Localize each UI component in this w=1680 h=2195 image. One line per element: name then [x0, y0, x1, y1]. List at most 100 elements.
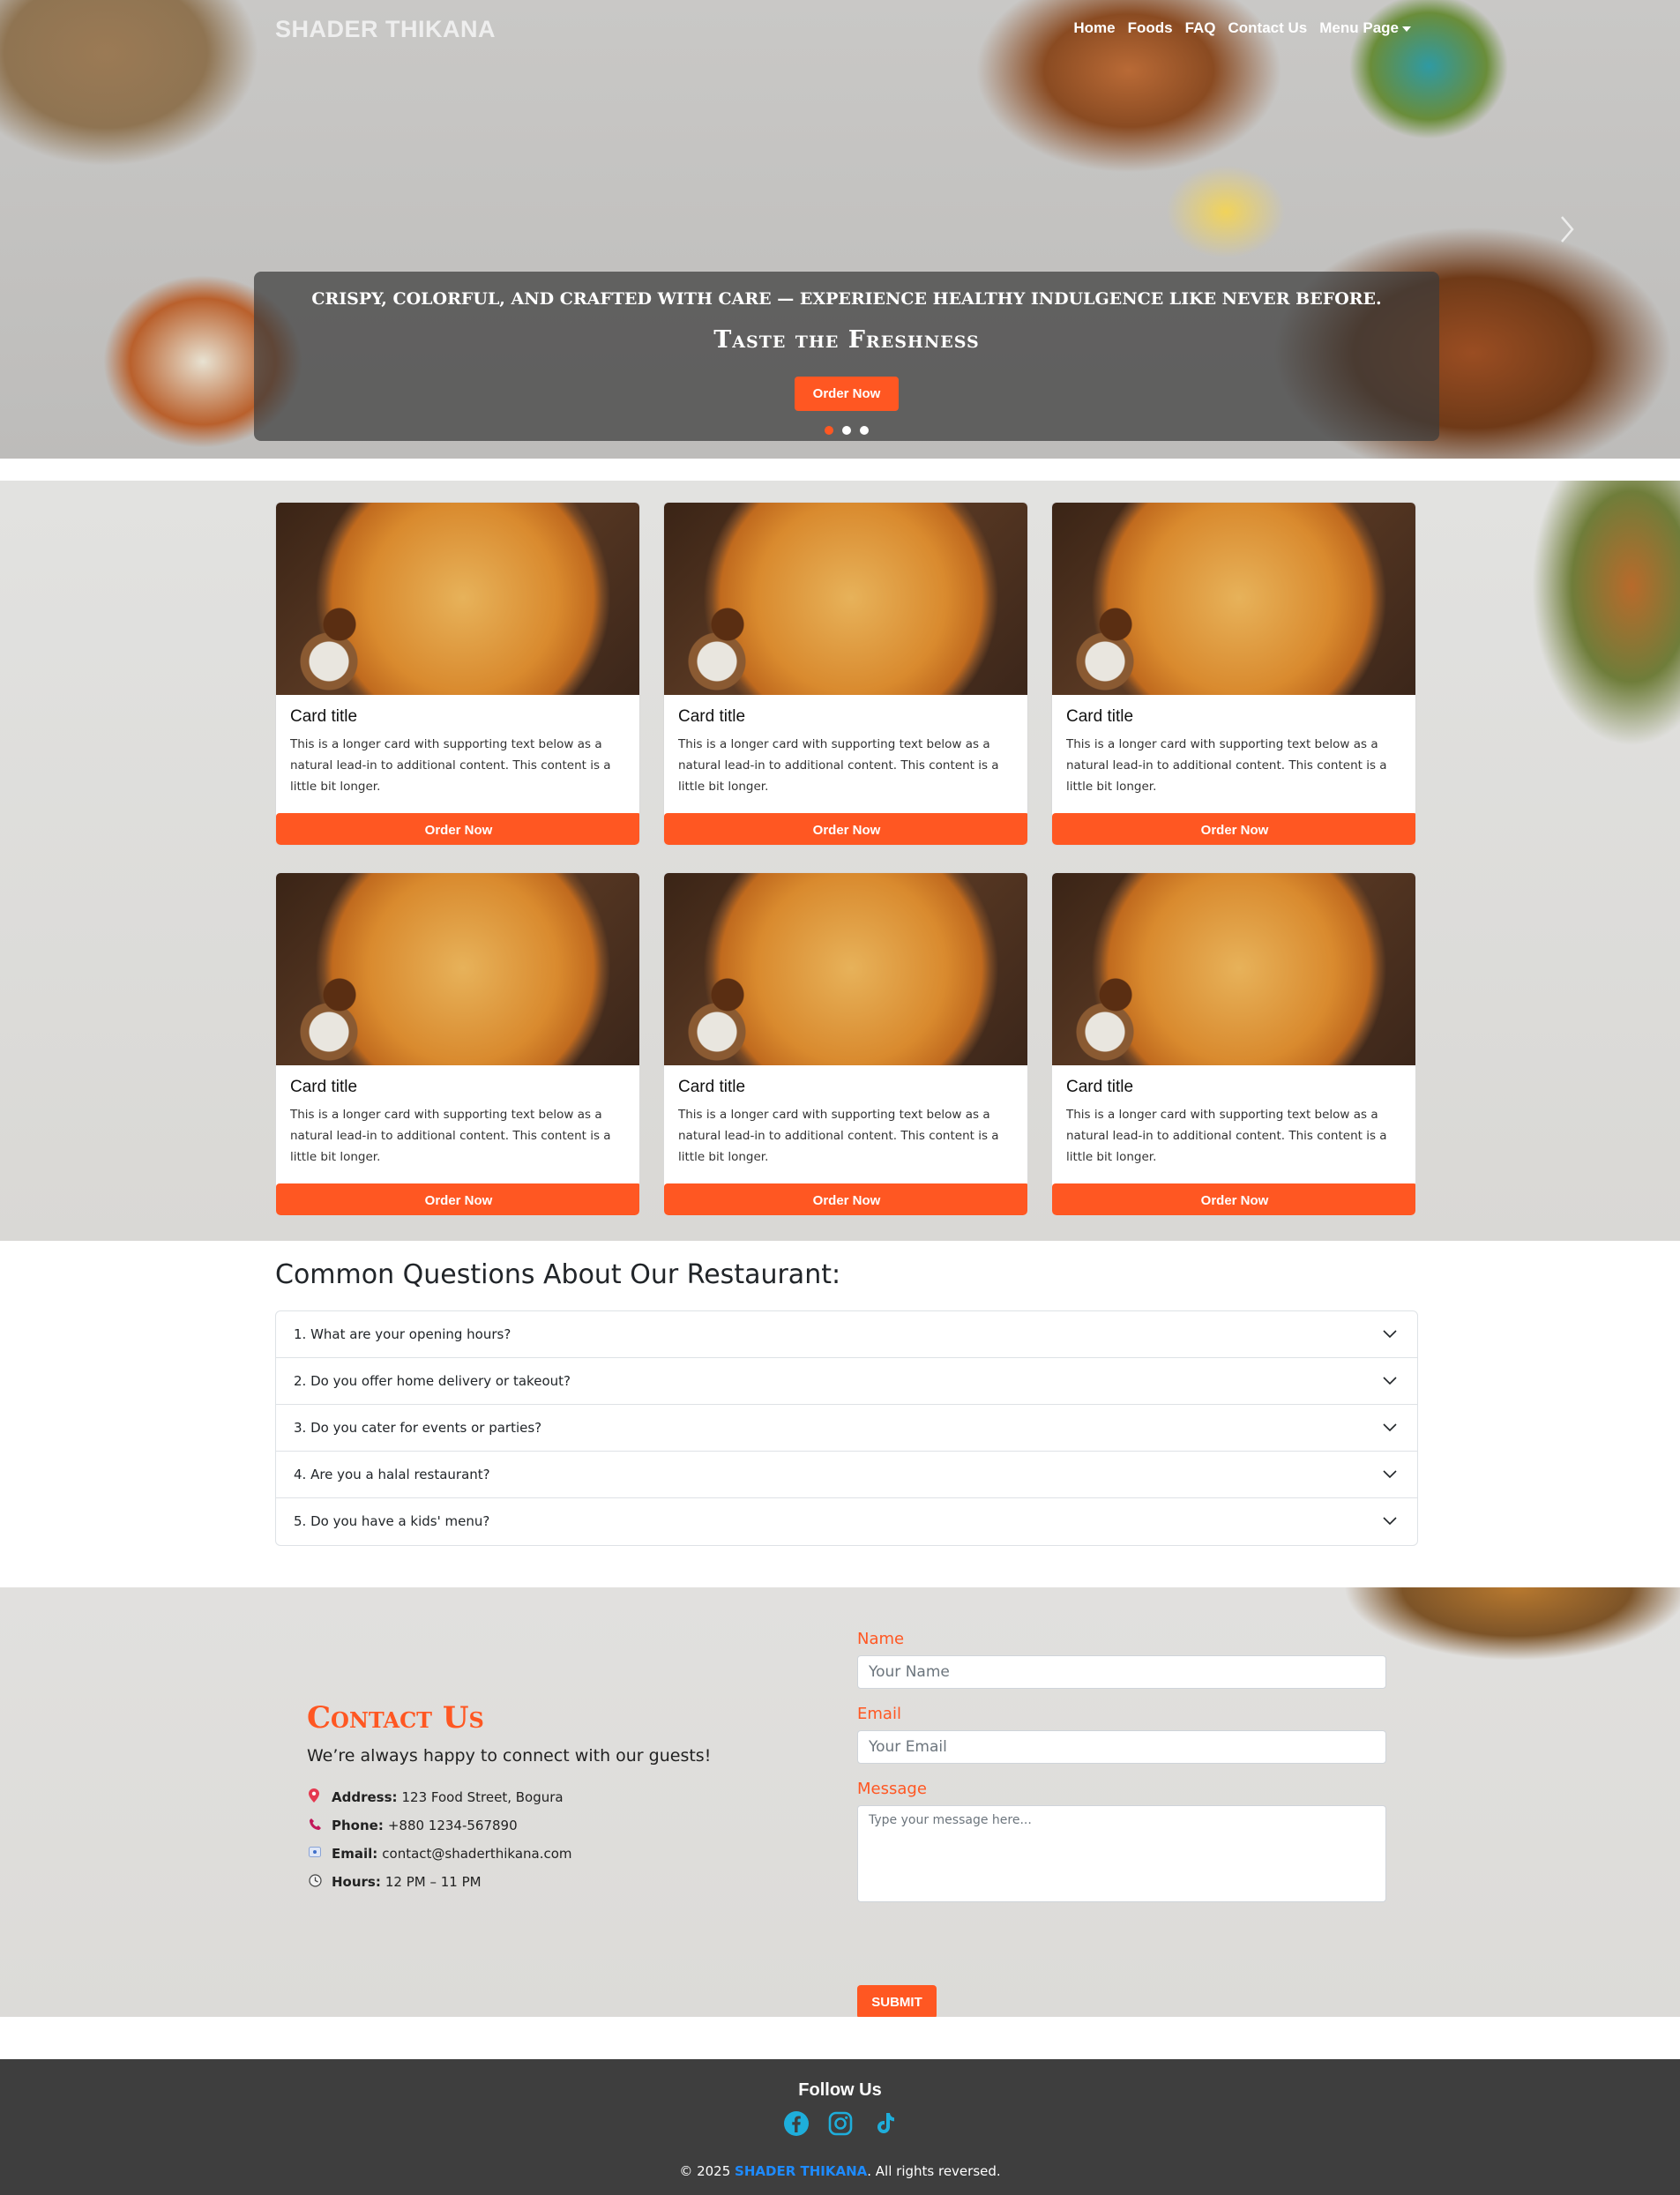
accordion-question: 2. Do you offer home delivery or takeout…: [294, 1373, 571, 1389]
card-order-now-button[interactable]: Order Now: [1052, 1183, 1415, 1215]
copyright: © 2025 SHADER THIKANA. All rights revers…: [0, 2163, 1680, 2179]
carousel-indicator-2[interactable]: [842, 426, 851, 435]
nav-home[interactable]: Home: [1073, 19, 1115, 37]
biryani-image: [664, 503, 1027, 695]
card-text: This is a longer card with supporting te…: [1066, 1108, 1387, 1164]
carousel-caption: CRISPY, COLORFUL, AND CRAFTED WITH CARE …: [254, 272, 1439, 441]
submit-button[interactable]: SUBMIT: [857, 1985, 937, 2017]
chevron-down-icon: [1383, 1470, 1397, 1479]
contact-subtitle: We’re always happy to connect with our g…: [307, 1746, 712, 1766]
contact-hours: Hours: 12 PM – 11 PM: [309, 1868, 572, 1896]
phone-value: +880 1234-567890: [387, 1818, 518, 1833]
accordion-item[interactable]: 4. Are you a halal restaurant?: [276, 1452, 1417, 1498]
nav-menu-page-dropdown[interactable]: Menu Page: [1319, 19, 1411, 37]
phone-label: Phone:: [332, 1818, 384, 1833]
carousel-indicator-3[interactable]: [860, 426, 869, 435]
card-order-now-button[interactable]: Order Now: [664, 813, 1027, 845]
email-icon: [309, 1847, 326, 1861]
tiktok-icon[interactable]: [871, 2110, 898, 2137]
faq-accordion: 1. What are your opening hours? 2. Do yo…: [275, 1310, 1418, 1546]
biryani-image: [664, 873, 1027, 1065]
card-body: Card title This is a longer card with su…: [678, 1078, 1015, 1168]
food-card: Card title This is a longer card with su…: [275, 502, 640, 846]
instagram-icon[interactable]: [827, 2110, 854, 2137]
card-text: This is a longer card with supporting te…: [290, 737, 611, 794]
message-label: Message: [857, 1780, 927, 1798]
card-title: Card title: [1066, 1078, 1134, 1096]
card-body: Card title This is a longer card with su…: [290, 1078, 627, 1168]
caption-title: Taste the Freshness: [713, 326, 980, 354]
chevron-right-icon[interactable]: [1557, 212, 1578, 247]
chevron-down-icon: [1383, 1330, 1397, 1339]
nav-foods[interactable]: Foods: [1128, 19, 1173, 37]
hero-order-now-button[interactable]: Order Now: [795, 377, 899, 411]
message-field[interactable]: [857, 1805, 1386, 1902]
pin-icon: [309, 1788, 326, 1806]
card-title: Card title: [678, 707, 746, 726]
card-text: This is a longer card with supporting te…: [678, 737, 999, 794]
hero-carousel: SHADER THIKANA Home Foods FAQ Contact Us…: [0, 0, 1680, 459]
contact-title: Contact Us: [307, 1700, 484, 1736]
food-card: Card title This is a longer card with su…: [663, 872, 1028, 1216]
biryani-image: [1052, 873, 1415, 1065]
nav-faq[interactable]: FAQ: [1185, 19, 1216, 37]
social-links: [0, 2110, 1680, 2137]
carousel-indicator-1[interactable]: [825, 426, 833, 435]
card-order-now-button[interactable]: Order Now: [664, 1183, 1027, 1215]
email-field-label: Email: [857, 1705, 901, 1723]
card-order-now-button[interactable]: Order Now: [276, 813, 639, 845]
card-order-now-button[interactable]: Order Now: [276, 1183, 639, 1215]
card-order-now-button[interactable]: Order Now: [1052, 813, 1415, 845]
email-value[interactable]: contact@shaderthikana.com: [382, 1846, 571, 1862]
phone-icon: [309, 1818, 326, 1834]
accordion-item[interactable]: 1. What are your opening hours?: [276, 1311, 1417, 1358]
faq-section: Common Questions About Our Restaurant: 1…: [275, 1259, 1418, 1546]
email-field[interactable]: [857, 1730, 1386, 1764]
contact-email: Email: contact@shaderthikana.com: [309, 1840, 572, 1868]
card-body: Card title This is a longer card with su…: [1066, 1078, 1403, 1168]
biryani-image: [1052, 503, 1415, 695]
chevron-down-icon: [1383, 1423, 1397, 1432]
facebook-icon[interactable]: [783, 2110, 810, 2137]
card-text: This is a longer card with supporting te…: [678, 1108, 999, 1164]
contact-address: Address: 123 Food Street, Bogura: [309, 1783, 572, 1811]
hours-value: 12 PM – 11 PM: [385, 1874, 482, 1890]
accordion-question: 1. What are your opening hours?: [294, 1326, 511, 1342]
copyright-prefix: © 2025: [679, 2163, 735, 2179]
address-value: 123 Food Street, Bogura: [401, 1789, 564, 1805]
carousel-indicators: [254, 426, 1439, 435]
contact-section: Contact Us We’re always happy to connect…: [0, 1587, 1680, 2017]
copyright-suffix: . All rights reversed.: [867, 2163, 1001, 2179]
clock-icon: [309, 1873, 326, 1891]
nav-contact-us[interactable]: Contact Us: [1228, 19, 1308, 37]
accordion-question: 4. Are you a halal restaurant?: [294, 1467, 490, 1482]
address-label: Address:: [332, 1789, 398, 1805]
accordion-question: 5. Do you have a kids' menu?: [294, 1513, 490, 1529]
copyright-brand[interactable]: SHADER THIKANA: [735, 2163, 867, 2179]
card-text: This is a longer card with supporting te…: [1066, 737, 1387, 794]
nav-links: Home Foods FAQ Contact Us Menu Page: [1073, 19, 1411, 37]
foods-section: Card title This is a longer card with su…: [0, 481, 1680, 1241]
faq-heading: Common Questions About Our Restaurant:: [275, 1259, 841, 1290]
follow-us-heading: Follow Us: [798, 2080, 882, 2100]
food-card: Card title This is a longer card with su…: [275, 872, 640, 1216]
food-card: Card title This is a longer card with su…: [1051, 502, 1416, 846]
navbar: SHADER THIKANA Home Foods FAQ Contact Us…: [0, 0, 1680, 58]
name-field[interactable]: [857, 1655, 1386, 1689]
email-label: Email:: [332, 1846, 378, 1862]
card-title: Card title: [1066, 707, 1134, 726]
card-body: Card title This is a longer card with su…: [1066, 707, 1403, 797]
food-card: Card title This is a longer card with su…: [1051, 872, 1416, 1216]
brand-logo[interactable]: SHADER THIKANA: [275, 16, 496, 43]
accordion-item[interactable]: 3. Do you cater for events or parties?: [276, 1405, 1417, 1452]
card-body: Card title This is a longer card with su…: [678, 707, 1015, 797]
card-text: This is a longer card with supporting te…: [290, 1108, 611, 1164]
card-title: Card title: [290, 1078, 358, 1096]
chevron-down-icon: [1383, 1517, 1397, 1526]
card-body: Card title This is a longer card with su…: [290, 707, 627, 797]
accordion-item[interactable]: 5. Do you have a kids' menu?: [276, 1498, 1417, 1545]
accordion-item[interactable]: 2. Do you offer home delivery or takeout…: [276, 1358, 1417, 1405]
biryani-image: [276, 503, 639, 695]
hours-label: Hours:: [332, 1874, 381, 1890]
card-title: Card title: [290, 707, 358, 726]
